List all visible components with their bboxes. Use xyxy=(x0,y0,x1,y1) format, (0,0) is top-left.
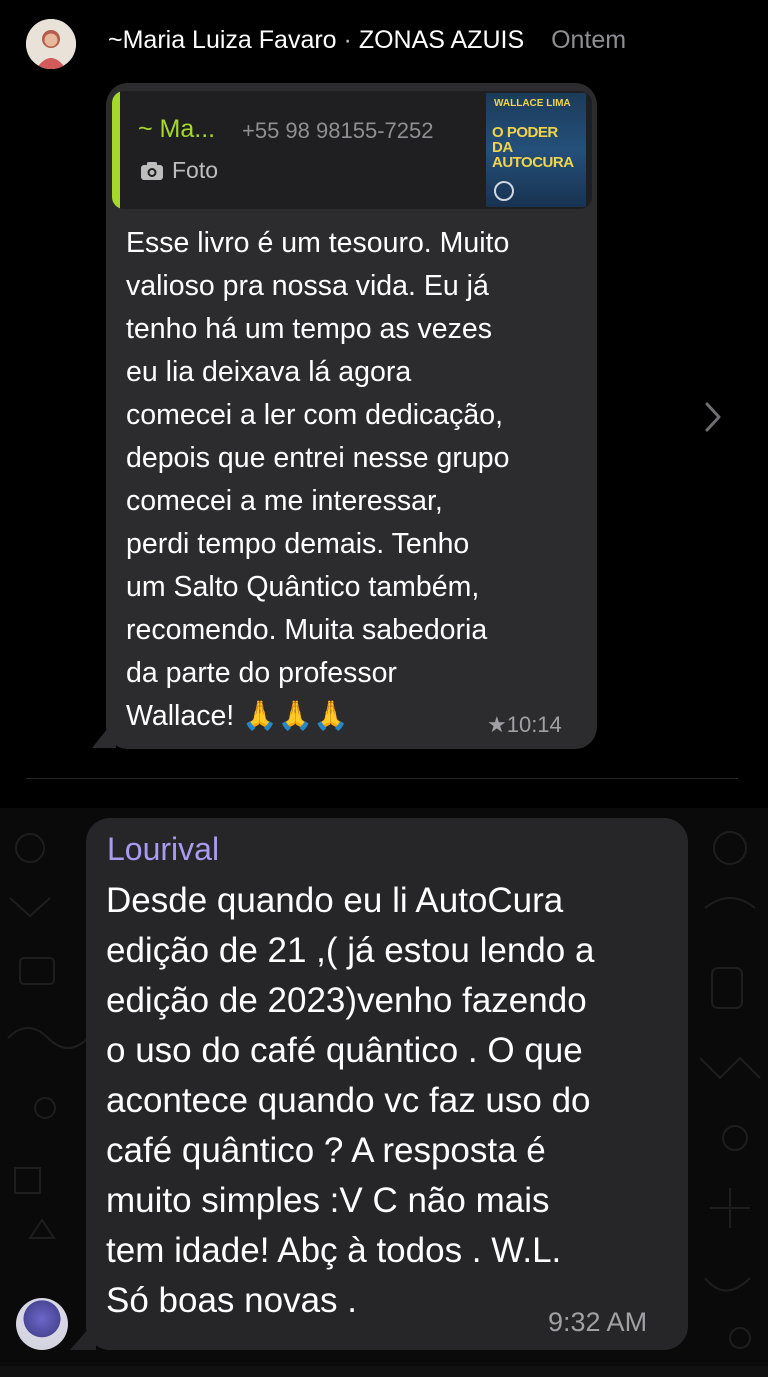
quoted-phone: +55 98 98155-7252 xyxy=(242,118,434,143)
message-timestamp-starred: ★10:14 xyxy=(487,712,562,737)
camera-icon xyxy=(141,161,163,180)
message-line: um Salto Quântico também, xyxy=(126,571,480,603)
message-timestamp: 9:32 AM xyxy=(548,1307,648,1337)
group-name[interactable]: ZONAS AZUIS xyxy=(359,26,524,54)
sender-avatar[interactable] xyxy=(26,19,76,69)
message-line: eu lia deixava lá agora xyxy=(126,356,412,388)
sender-avatar[interactable] xyxy=(16,1298,68,1350)
message-line: edição de 21 ,( já estou lendo a xyxy=(106,931,595,970)
message-header: ~Maria Luiza Favaro · ZONAS AZUIS Ontem xyxy=(108,26,626,55)
message-line: edição de 2023)venho fazendo xyxy=(106,981,587,1020)
quoted-photo-thumbnail[interactable]: WALLACE LIMA O PODER DA AUTOCURA xyxy=(486,93,586,207)
quoted-type: Foto xyxy=(140,157,218,184)
bottom-chat-panel: Lourival Desde quando eu li AutoCura edi… xyxy=(0,808,768,1377)
quoted-sender: ~ Ma... xyxy=(138,115,216,143)
sender-name[interactable]: Lourival xyxy=(107,831,219,868)
message-line: valioso pra nossa vida. Eu já xyxy=(126,270,489,302)
thumbnail-author: WALLACE LIMA xyxy=(494,98,571,109)
chevron-right-icon[interactable] xyxy=(702,400,726,434)
sender-name[interactable]: ~Maria Luiza Favaro xyxy=(108,26,337,54)
message-line: da parte do professor xyxy=(126,657,397,689)
quote-accent-bar xyxy=(112,91,120,209)
message-date: Ontem xyxy=(551,26,627,54)
message-line: recomendo. Muita sabedoria xyxy=(126,614,488,646)
message-line: comecei a me interessar, xyxy=(126,485,443,517)
avatar-person-icon xyxy=(26,19,76,69)
header-separator: · xyxy=(343,26,352,54)
thumbnail-logo-icon xyxy=(494,181,514,201)
divider xyxy=(0,1366,768,1377)
message-line: café quântico ? A resposta é xyxy=(106,1131,546,1170)
message-text: Desde quando eu li AutoCura edição de 21… xyxy=(106,876,676,1326)
message-line: tem idade! Abç à todos . W.L. xyxy=(106,1231,562,1270)
message-text: Esse livro é um tesouro. Muito valioso p… xyxy=(126,222,586,738)
message-line: tenho há um tempo as vezes xyxy=(126,313,492,345)
thumbnail-title: O PODER DA AUTOCURA xyxy=(492,124,574,171)
message-line: muito simples :V C não mais xyxy=(106,1181,550,1220)
message-line: comecei a ler com dedicação, xyxy=(126,399,504,431)
quoted-type-label: Foto xyxy=(172,157,219,183)
message-line: depois que entrei nesse grupo xyxy=(126,442,510,474)
message-line: o uso do café quântico . O que xyxy=(106,1031,583,1070)
message-line: acontece quando vc faz uso do xyxy=(106,1081,591,1120)
message-line: Esse livro é um tesouro. Muito xyxy=(126,227,510,259)
message-line: perdi tempo demais. Tenho xyxy=(126,528,470,560)
divider xyxy=(26,778,738,779)
quoted-message[interactable]: ~ Ma... +55 98 98155-7252 Foto WALLACE L… xyxy=(112,91,592,209)
top-chat-panel: ~Maria Luiza Favaro · ZONAS AZUIS Ontem … xyxy=(0,0,762,795)
message-line: Desde quando eu li AutoCura xyxy=(106,881,564,920)
